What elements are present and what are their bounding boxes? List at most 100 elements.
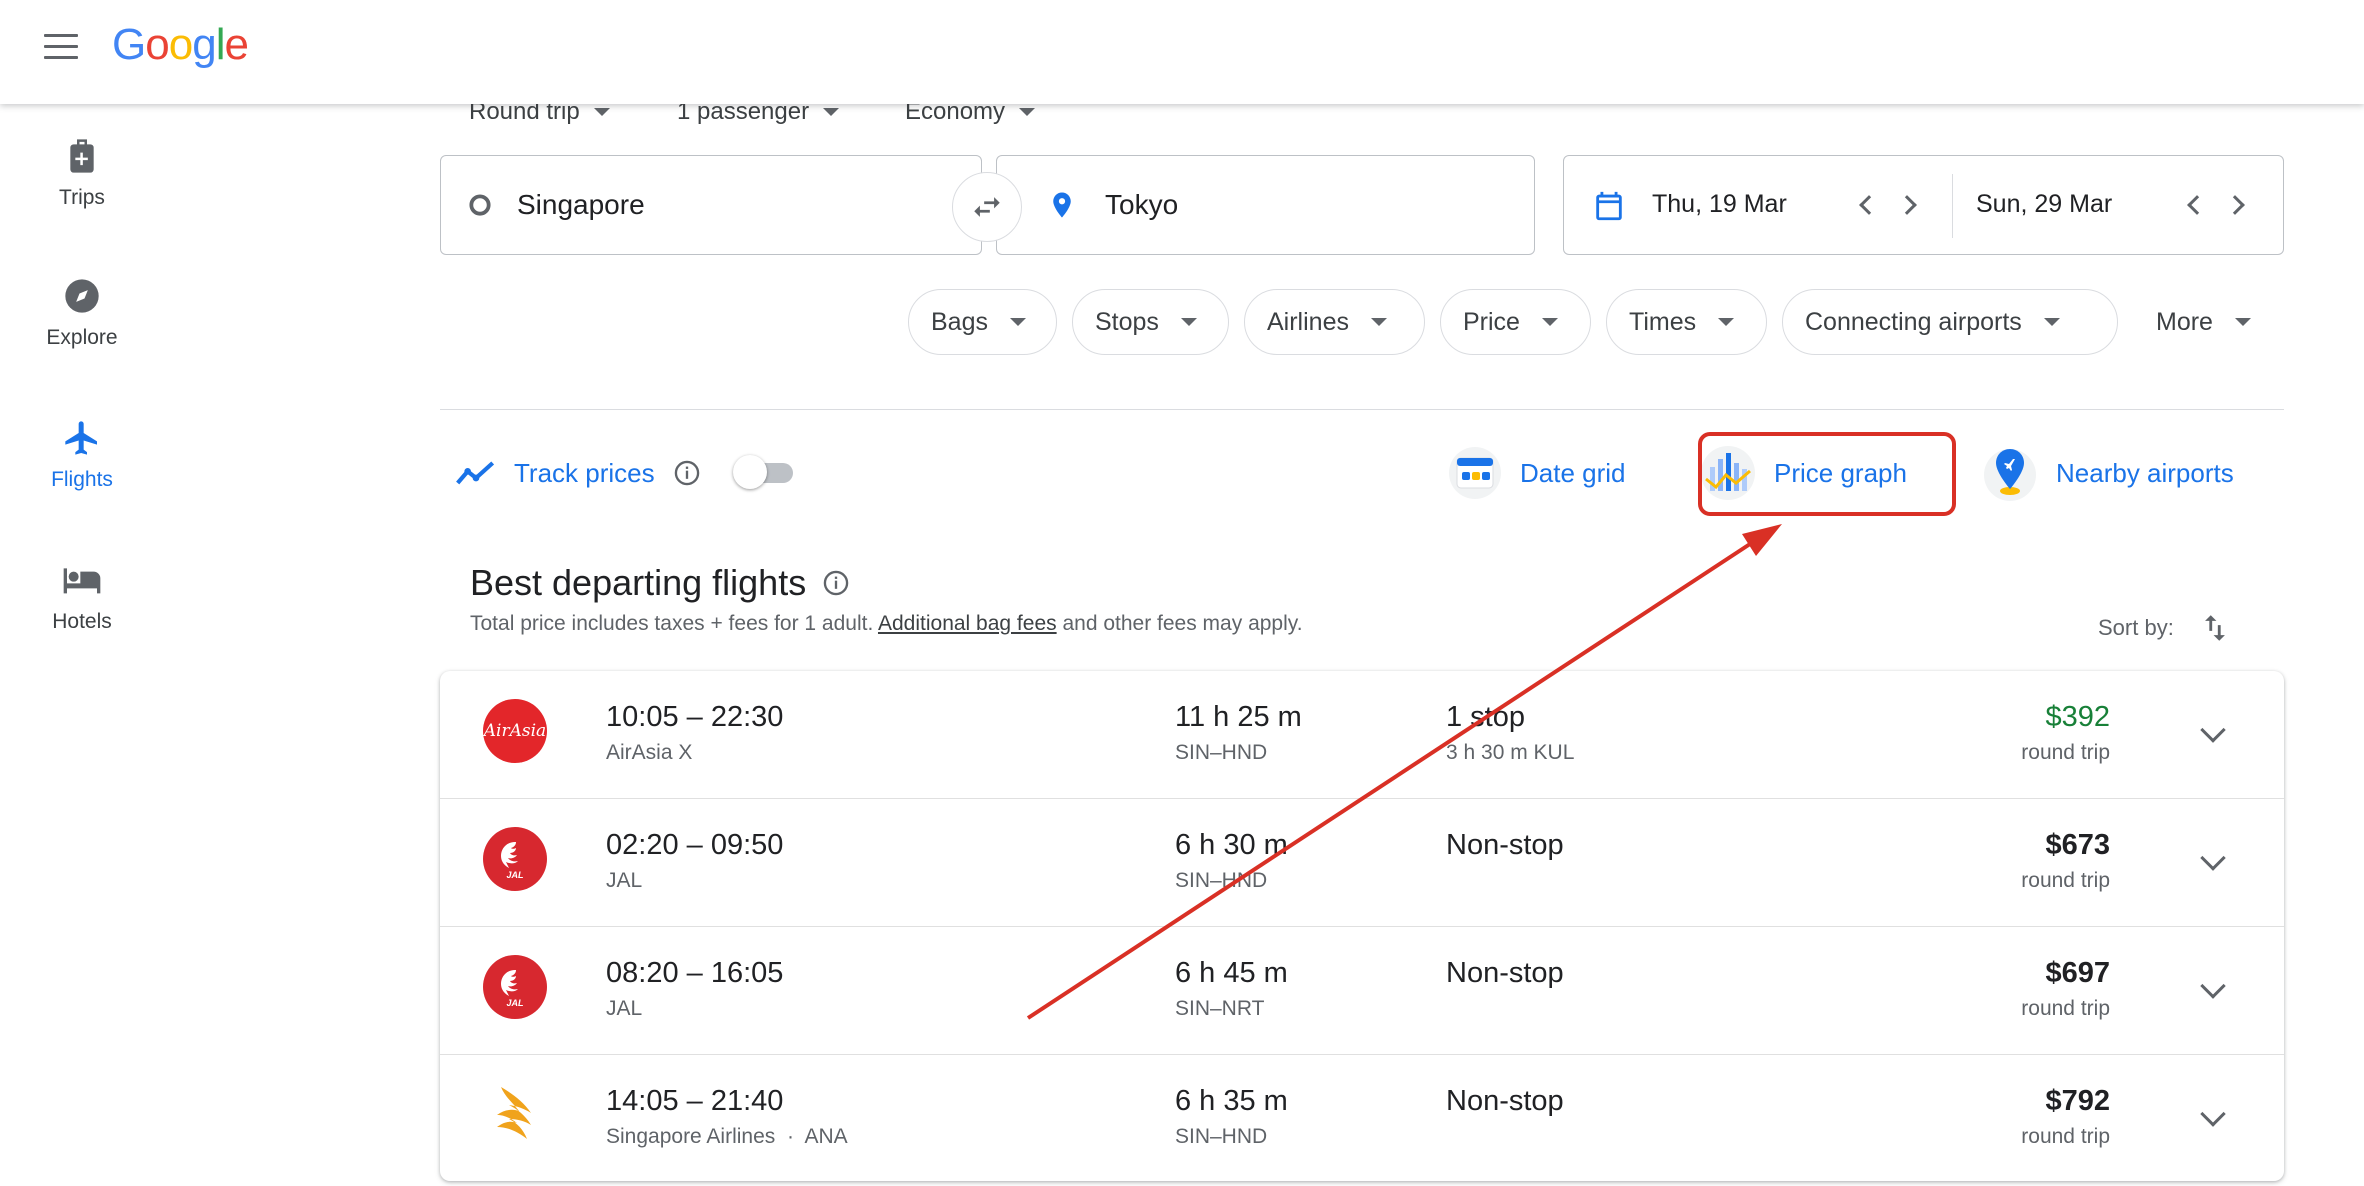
expand-chevron-icon[interactable]: [2200, 1101, 2226, 1127]
price-disclaimer: Total price includes taxes + fees for 1 …: [470, 612, 1303, 636]
sidebar-item-explore[interactable]: Explore: [0, 276, 164, 350]
expand-chevron-icon[interactable]: [2200, 845, 2226, 871]
depart-next-day-icon[interactable]: [1897, 195, 1917, 215]
info-icon[interactable]: [822, 569, 850, 597]
flight-duration: 11 h 25 m: [1175, 701, 1302, 733]
flight-row[interactable]: AirAsia 10:05 – 22:30 AirAsia X 11 h 25 …: [440, 671, 2284, 799]
info-icon[interactable]: [673, 459, 701, 487]
flight-duration: 6 h 35 m: [1175, 1085, 1288, 1117]
swap-locations-button[interactable]: [952, 172, 1022, 242]
date-grid-label: Date grid: [1520, 457, 1626, 488]
location-pin-icon: [1053, 192, 1071, 218]
destination-field[interactable]: Tokyo: [996, 155, 1535, 255]
date-grid-button[interactable]: Date grid: [1448, 440, 1626, 506]
origin-circle-icon: [469, 194, 491, 216]
date-range-field[interactable]: Thu, 19 Mar Sun, 29 Mar: [1563, 155, 2284, 255]
results-heading: Best departing flights: [470, 562, 850, 604]
dropdown-caret-icon: [1541, 318, 1558, 326]
flight-row[interactable]: 14:05 – 21:40 Singapore Airlines · ANA 6…: [440, 1055, 2284, 1181]
swap-arrows-icon: [974, 197, 1000, 217]
filter-bags[interactable]: Bags: [908, 289, 1057, 355]
origin-value: Singapore: [517, 189, 645, 220]
filter-more[interactable]: More: [2133, 289, 2285, 355]
flight-row[interactable]: JAL 08:20 – 16:05 JAL 6 h 45 m SIN–NRT N…: [440, 927, 2284, 1055]
nearby-airports-button[interactable]: Nearby airports: [1982, 440, 2234, 506]
sidebar-item-trips[interactable]: Trips: [0, 136, 164, 210]
flight-duration: 6 h 45 m: [1175, 957, 1288, 989]
price-note: round trip: [2021, 741, 2110, 764]
airasia-logo-icon: AirAsia: [483, 699, 547, 763]
svg-text:JAL: JAL: [506, 998, 523, 1008]
flight-route: SIN–HND: [1175, 741, 1268, 764]
price-graph-button[interactable]: Price graph: [1700, 440, 1907, 506]
dropdown-caret-icon: [1370, 318, 1387, 326]
bed-icon: [63, 568, 101, 594]
nearby-airports-label: Nearby airports: [2056, 457, 2234, 488]
flight-route: SIN–NRT: [1175, 997, 1265, 1020]
flight-stops: 1 stop: [1446, 701, 1525, 733]
main-menu-icon[interactable]: [44, 34, 78, 64]
luggage-icon: [70, 139, 94, 173]
google-logo[interactable]: Google: [112, 20, 249, 70]
jal-logo-icon: JAL: [483, 827, 547, 891]
flight-results-list: AirAsia 10:05 – 22:30 AirAsia X 11 h 25 …: [440, 671, 2284, 1181]
svg-text:JAL: JAL: [506, 870, 523, 880]
flight-route: SIN–HND: [1175, 1125, 1268, 1148]
calendar-icon: [1596, 191, 1622, 221]
sidebar-item-label: Trips: [59, 186, 105, 209]
sidebar-item-label: Hotels: [52, 610, 112, 633]
nearby-airports-icon: [1984, 449, 2036, 501]
sidebar-item-flights[interactable]: Flights: [0, 418, 164, 492]
sort-by-control[interactable]: Sort by:: [2098, 610, 2232, 646]
flight-price: $697: [2045, 957, 2110, 989]
compass-icon: [65, 279, 99, 313]
filter-label: Stops: [1095, 307, 1159, 336]
price-graph-icon: [1701, 446, 1755, 500]
disclaimer-text: Total price includes taxes + fees for 1 …: [470, 612, 878, 635]
track-prices-toggle[interactable]: [732, 455, 793, 489]
top-app-bar: Google: [0, 0, 2364, 104]
dropdown-caret-icon: [593, 108, 610, 116]
section-divider: [440, 409, 2284, 410]
dropdown-caret-icon: [2234, 318, 2251, 326]
filter-stops[interactable]: Stops: [1072, 289, 1229, 355]
sort-by-label: Sort by:: [2098, 615, 2174, 640]
bag-fees-link[interactable]: Additional bag fees: [878, 612, 1057, 635]
sort-arrows-icon[interactable]: [2198, 610, 2232, 646]
flight-times: 14:05 – 21:40: [606, 1085, 784, 1117]
flight-row[interactable]: JAL 02:20 – 09:50 JAL 6 h 30 m SIN–HND N…: [440, 799, 2284, 927]
filter-price[interactable]: Price: [1440, 289, 1591, 355]
expand-chevron-icon[interactable]: [2200, 973, 2226, 999]
flight-price: $392: [2045, 701, 2110, 733]
airline-name: JAL: [606, 997, 643, 1020]
sidebar-item-hotels[interactable]: Hotels: [0, 560, 164, 634]
flight-stops: Non-stop: [1446, 957, 1564, 989]
expand-chevron-icon[interactable]: [2200, 717, 2226, 743]
origin-field[interactable]: Singapore: [440, 155, 982, 255]
flight-stops: Non-stop: [1446, 1085, 1564, 1117]
airplane-icon: [65, 421, 97, 455]
trend-line-icon: [456, 461, 495, 485]
return-prev-day-icon[interactable]: [2187, 195, 2207, 215]
flight-times: 10:05 – 22:30: [606, 701, 784, 733]
price-graph-label: Price graph: [1774, 457, 1907, 488]
flight-times: 02:20 – 09:50: [606, 829, 784, 861]
filter-connecting-airports[interactable]: Connecting airports: [1782, 289, 2118, 355]
jal-logo-icon: JAL: [483, 955, 547, 1019]
depart-date-value[interactable]: Thu, 19 Mar: [1652, 190, 1787, 219]
sidebar-item-label: Flights: [51, 468, 113, 491]
filter-airlines[interactable]: Airlines: [1244, 289, 1425, 355]
date-separator: [1952, 174, 1953, 238]
flight-price: $673: [2045, 829, 2110, 861]
sidebar-item-label: Explore: [46, 326, 118, 349]
filter-label: Price: [1463, 307, 1520, 336]
filter-label: Times: [1629, 307, 1697, 336]
flight-duration: 6 h 30 m: [1175, 829, 1288, 861]
return-next-day-icon[interactable]: [2225, 195, 2245, 215]
filter-times[interactable]: Times: [1606, 289, 1767, 355]
filter-label: Bags: [931, 307, 988, 336]
flight-layover: 3 h 30 m KUL: [1446, 741, 1575, 764]
return-date-value[interactable]: Sun, 29 Mar: [1976, 190, 2112, 219]
filter-label: More: [2156, 307, 2213, 336]
depart-prev-day-icon[interactable]: [1859, 195, 1879, 215]
